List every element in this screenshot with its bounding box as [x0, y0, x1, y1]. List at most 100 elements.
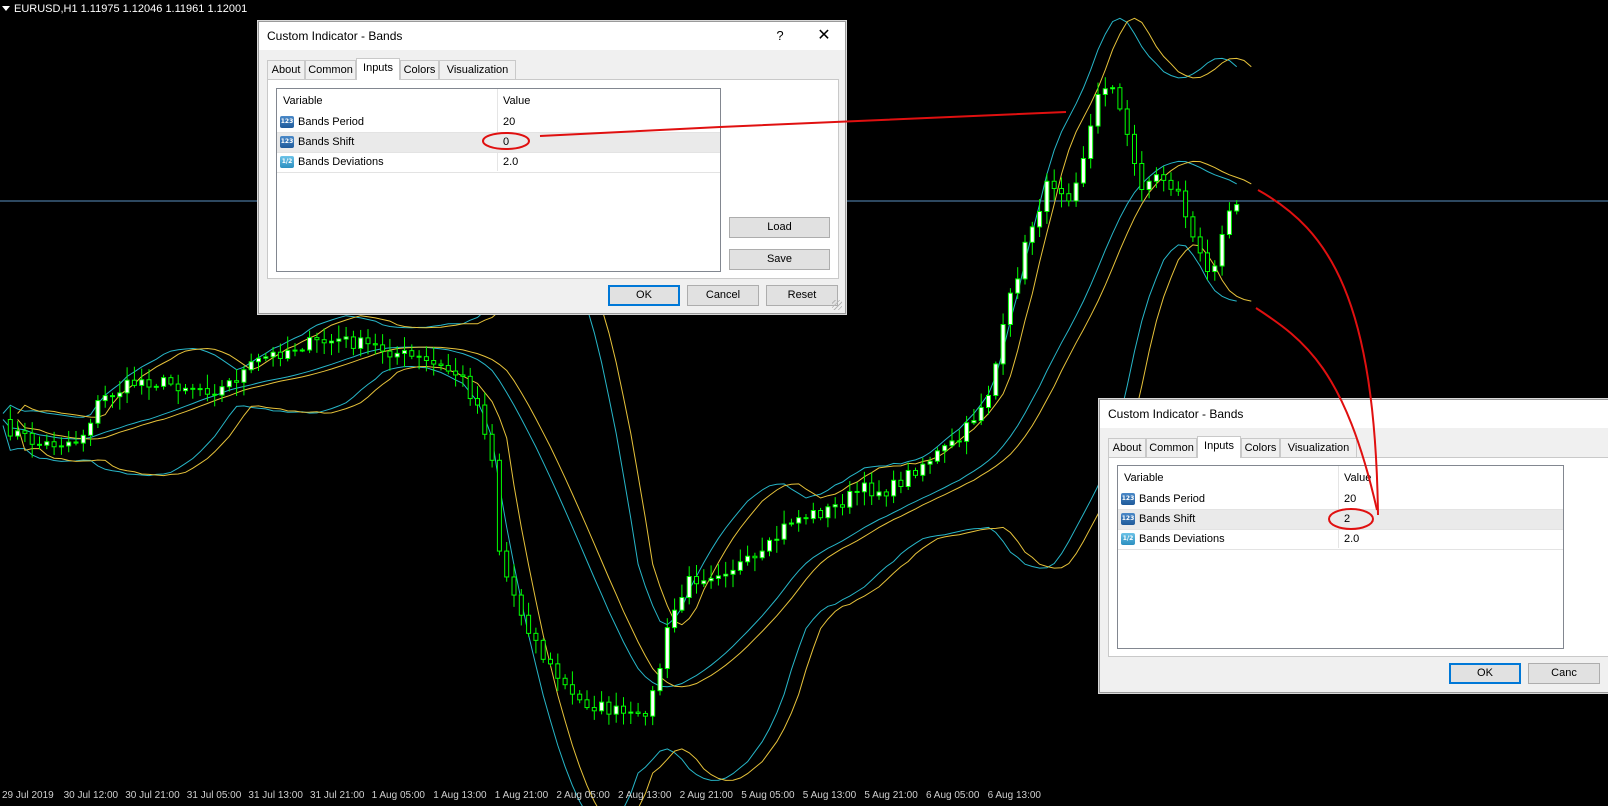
candle-body: [212, 393, 218, 396]
table-row[interactable]: 123 Bands Period 20: [277, 113, 720, 133]
resize-grip[interactable]: [832, 300, 842, 310]
integer-icon: 123: [280, 136, 294, 148]
variable-value[interactable]: 20: [1344, 493, 1356, 505]
candle-body: [584, 699, 590, 709]
save-button[interactable]: Save: [729, 249, 830, 270]
candle-body: [1073, 182, 1079, 202]
bands-line-unshifted: [2, 244, 1237, 806]
table-row-selected[interactable]: 123 Bands Shift 2: [1118, 510, 1563, 530]
tab-about[interactable]: About: [1108, 438, 1146, 457]
candle-body: [1117, 87, 1123, 110]
candle-body: [445, 365, 451, 372]
candle-body: [664, 627, 670, 670]
table-row[interactable]: 1/2 Bands Deviations 2.0: [277, 153, 720, 173]
variable-value[interactable]: 2.0: [503, 156, 518, 168]
candle-body: [358, 337, 364, 349]
time-label: 30 Jul 12:00: [63, 790, 119, 801]
candle-body: [44, 441, 50, 446]
integer-icon: 123: [1121, 513, 1135, 525]
tab-about[interactable]: About: [267, 60, 305, 79]
candle-body: [234, 380, 240, 383]
candle-body: [1066, 193, 1072, 202]
candle-body: [737, 561, 743, 571]
table-row[interactable]: 1/2 Bands Deviations 2.0: [1118, 530, 1563, 550]
candle-body: [1219, 233, 1225, 267]
tab-visualization[interactable]: Visualization: [439, 60, 516, 79]
tab-common[interactable]: Common: [305, 60, 356, 79]
variable-name: Bands Shift: [1139, 513, 1196, 525]
tab-inputs[interactable]: Inputs: [356, 58, 400, 80]
close-button[interactable]: ✕: [813, 27, 835, 45]
candle-body: [22, 430, 28, 434]
reset-button[interactable]: Reset: [766, 285, 838, 306]
candle-body: [102, 395, 108, 402]
column-header-variable[interactable]: Variable: [283, 95, 323, 107]
candle-body: [883, 491, 889, 497]
candle-body: [343, 336, 349, 340]
bands-line-shifted: [17, 244, 1252, 806]
time-label: 2 Aug 05:00: [556, 790, 610, 801]
inputs-table: Variable Value 123 Bands Period 20 123 B…: [276, 88, 721, 272]
candle-body: [460, 374, 466, 377]
candle-body: [847, 490, 853, 508]
tab-visualization[interactable]: Visualization: [1280, 438, 1357, 457]
dropdown-arrow-icon[interactable]: [2, 6, 10, 11]
candle-body: [577, 693, 583, 701]
cancel-button[interactable]: Canc: [1528, 663, 1600, 684]
candle-body: [511, 576, 517, 596]
inputs-panel: Variable Value 123 Bands Period 20 123 B…: [1108, 457, 1608, 657]
candle-body: [562, 677, 568, 686]
candle-body: [58, 445, 64, 448]
tab-inputs[interactable]: Inputs: [1197, 436, 1241, 458]
table-row-selected[interactable]: 123 Bands Shift 0: [277, 133, 720, 153]
candle-body: [840, 504, 845, 508]
tab-colors[interactable]: Colors: [1241, 438, 1280, 457]
candle-body: [365, 337, 371, 345]
load-button[interactable]: Load: [729, 217, 830, 238]
candle-body: [95, 400, 101, 424]
variable-value[interactable]: 2.0: [1344, 533, 1359, 545]
candle-body: [927, 460, 933, 465]
column-header-value[interactable]: Value: [1344, 472, 1371, 484]
column-header-variable[interactable]: Variable: [1124, 472, 1164, 484]
dialog-titlebar[interactable]: Custom Indicator - Bands ? ✕: [259, 22, 845, 50]
tab-colors[interactable]: Colors: [400, 60, 439, 79]
candle-body: [1037, 211, 1043, 228]
candle-body: [1197, 236, 1203, 254]
candle-body: [986, 394, 991, 408]
candle-body: [175, 383, 181, 392]
time-label: 1 Aug 05:00: [371, 790, 425, 801]
candle-body: [920, 463, 926, 476]
variable-value[interactable]: 20: [503, 116, 515, 128]
candle-body: [146, 379, 152, 388]
tab-common[interactable]: Common: [1146, 438, 1197, 457]
cancel-button[interactable]: Cancel: [687, 285, 759, 306]
candle-body: [219, 386, 225, 396]
candle-body: [628, 711, 634, 714]
column-header-value[interactable]: Value: [503, 95, 530, 107]
candle-body: [329, 340, 334, 344]
ok-button[interactable]: OK: [1449, 663, 1521, 684]
time-label: 2 Aug 13:00: [618, 790, 672, 801]
table-row[interactable]: 123 Bands Period 20: [1118, 490, 1563, 510]
candle-body: [774, 538, 780, 541]
ok-button[interactable]: OK: [608, 285, 680, 306]
help-button[interactable]: ?: [770, 27, 790, 45]
symbol-label-text: EURUSD,H1 1.11975 1.12046 1.11961 1.1200…: [14, 3, 248, 15]
dialog-titlebar[interactable]: Custom Indicator - Bands: [1100, 400, 1608, 428]
variable-value[interactable]: 0: [503, 136, 509, 148]
candle-body: [1015, 278, 1021, 294]
variable-value[interactable]: 2: [1344, 513, 1350, 525]
candle-body: [686, 576, 692, 599]
candle-body: [197, 388, 203, 391]
candle-body: [613, 705, 619, 715]
time-label: 5 Aug 21:00: [864, 790, 918, 801]
candle-body: [650, 690, 656, 717]
candle-body: [416, 355, 422, 358]
candle-body: [832, 504, 838, 508]
candle-body: [423, 356, 429, 362]
candle-body: [409, 350, 415, 357]
time-label: 6 Aug 05:00: [926, 790, 980, 801]
variable-name: Bands Deviations: [1139, 533, 1225, 545]
candle-body: [730, 569, 736, 575]
